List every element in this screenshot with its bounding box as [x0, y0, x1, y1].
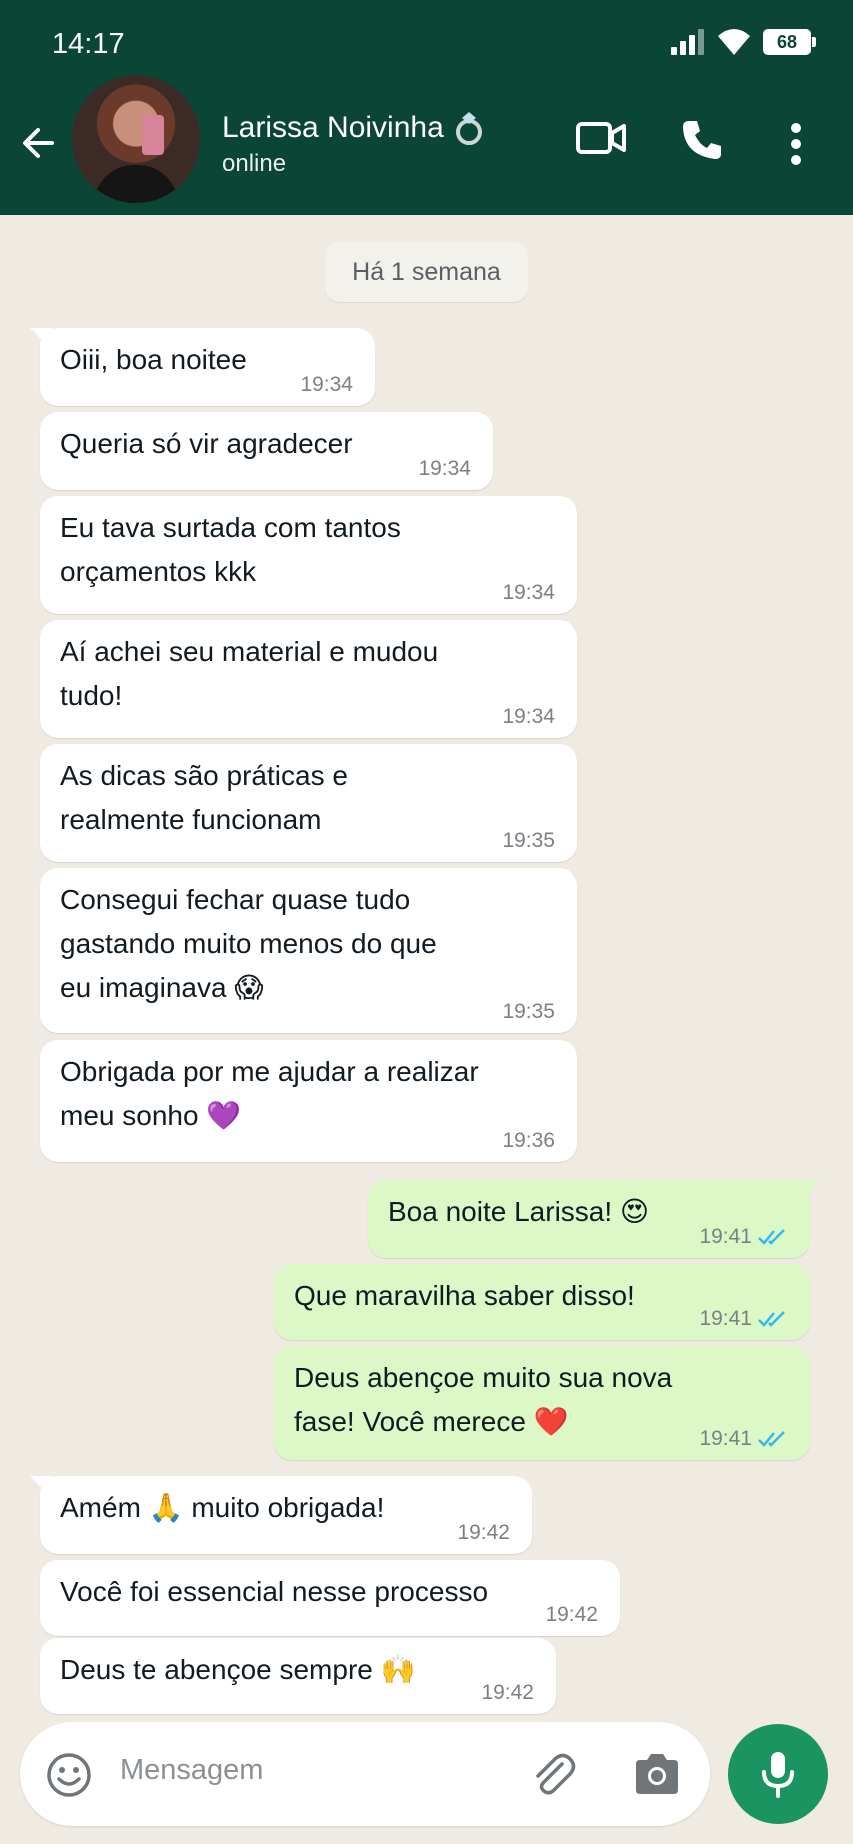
message-meta: 19:41	[699, 1428, 788, 1450]
message-incoming[interactable]: Você foi essencial nesse processo 19:42	[40, 1560, 620, 1636]
ring-icon	[455, 112, 482, 145]
avatar[interactable]	[72, 75, 200, 203]
signal-icon	[671, 29, 704, 55]
back-arrow-icon[interactable]	[18, 122, 60, 164]
message-text: gastando muito menos do que	[60, 928, 437, 959]
message-text: Você foi essencial nesse processo	[60, 1576, 489, 1607]
heart-eyes-emoji-icon: 😍	[619, 1195, 650, 1228]
read-ticks-icon	[758, 1431, 785, 1447]
read-ticks-icon	[758, 1311, 785, 1327]
more-options-icon[interactable]	[788, 122, 804, 166]
read-ticks-icon	[758, 1229, 785, 1245]
contact-status: online	[222, 150, 287, 177]
purple-heart-emoji-icon: 💜	[206, 1099, 242, 1132]
message-text: Boa noite Larissa!	[388, 1196, 613, 1227]
message-text: realmente funcionam	[60, 804, 322, 835]
message-time: 19:42	[481, 1681, 534, 1704]
contact-name[interactable]: Larissa Noivinha	[222, 110, 488, 146]
status-time: 14:17	[52, 28, 125, 60]
message-text: eu imaginava	[60, 972, 227, 1003]
message-time: 19:34	[418, 457, 471, 480]
message-incoming[interactable]: Deus te abençoe sempre 🙌 19:42	[40, 1638, 556, 1714]
message-time: 19:42	[457, 1521, 510, 1544]
message-time: 19:36	[502, 1129, 555, 1152]
message-text: orçamentos kkk	[60, 556, 257, 587]
date-separator: Há 1 semana	[325, 242, 528, 302]
message-text: muito obrigada!	[191, 1492, 385, 1523]
message-input-bar: Mensagem	[20, 1722, 710, 1826]
message-time: 19:35	[502, 1000, 555, 1023]
message-meta: 19:41	[699, 1226, 788, 1248]
message-incoming[interactable]: Eu tava surtada com tantos orçamentos kk…	[40, 496, 577, 614]
praying-hands-emoji-icon: 🙏	[148, 1491, 184, 1524]
message-outgoing[interactable]: Que maravilha saber disso! 19:41	[274, 1264, 810, 1340]
message-incoming[interactable]: Obrigada por me ajudar a realizar meu so…	[40, 1040, 577, 1162]
message-time: 19:34	[300, 373, 353, 396]
message-time: 19:34	[502, 705, 555, 728]
message-text: Que maravilha saber disso!	[294, 1280, 635, 1311]
chat-screen: 14:17 68 Larissa Noivinha online Há 1 se…	[0, 0, 853, 1844]
message-text: Obrigada por me ajudar a realizar	[60, 1056, 479, 1087]
message-incoming[interactable]: Amém 🙏 muito obrigada! 19:42	[40, 1476, 532, 1554]
message-time: 19:34	[502, 581, 555, 604]
phone-call-icon[interactable]	[680, 118, 724, 162]
wifi-icon	[718, 29, 750, 55]
video-call-icon[interactable]	[575, 118, 627, 158]
status-icons: 68	[671, 28, 816, 56]
message-incoming[interactable]: Queria só vir agradecer 19:34	[40, 412, 493, 490]
camera-icon[interactable]	[632, 1752, 682, 1796]
attach-icon[interactable]	[530, 1750, 576, 1800]
microphone-icon	[762, 1752, 794, 1798]
message-text: Aí achei seu material e mudou	[60, 636, 439, 667]
message-text: meu sonho	[60, 1100, 199, 1131]
message-text: Consegui fechar quase tudo	[60, 884, 411, 915]
message-time: 19:41	[699, 1307, 752, 1330]
message-text: fase! Você merece	[294, 1406, 526, 1437]
message-incoming[interactable]: Aí achei seu material e mudou tudo! 19:3…	[40, 620, 577, 738]
message-text: Queria só vir agradecer	[60, 428, 353, 459]
message-text: tudo!	[60, 680, 123, 711]
mic-button[interactable]	[728, 1724, 828, 1824]
message-text: Amém	[60, 1492, 141, 1523]
battery-icon: 68	[763, 29, 816, 55]
message-incoming[interactable]: As dicas são práticas e realmente funcio…	[40, 744, 577, 862]
emoji-icon[interactable]	[46, 1752, 92, 1798]
battery-level: 68	[776, 31, 798, 52]
red-heart-emoji-icon: ❤️	[533, 1405, 569, 1438]
chat-header: 14:17 68 Larissa Noivinha online	[0, 0, 853, 215]
message-text: Deus abençoe muito sua nova	[294, 1362, 673, 1393]
contact-name-text: Larissa Noivinha	[222, 111, 444, 144]
message-text: Deus te abençoe sempre	[60, 1654, 373, 1685]
message-input[interactable]: Mensagem	[120, 1754, 263, 1787]
message-text: As dicas são práticas e	[60, 760, 348, 791]
message-incoming[interactable]: Consegui fechar quase tudo gastando muit…	[40, 868, 577, 1033]
message-text: Eu tava surtada com tantos	[60, 512, 401, 543]
message-time: 19:35	[502, 829, 555, 852]
message-incoming[interactable]: Oiii, boa noitee 19:34	[40, 328, 375, 406]
scream-emoji-icon: 😱	[234, 971, 264, 1004]
message-meta: 19:41	[699, 1308, 788, 1330]
message-outgoing[interactable]: Deus abençoe muito sua nova fase! Você m…	[274, 1346, 810, 1460]
message-outgoing[interactable]: Boa noite Larissa! 😍 19:41	[368, 1180, 810, 1258]
message-time: 19:41	[699, 1427, 752, 1450]
message-text: Oiii, boa noitee	[60, 344, 247, 375]
message-time: 19:42	[545, 1603, 598, 1626]
raising-hands-emoji-icon: 🙌	[380, 1653, 416, 1686]
message-time: 19:41	[699, 1225, 752, 1248]
